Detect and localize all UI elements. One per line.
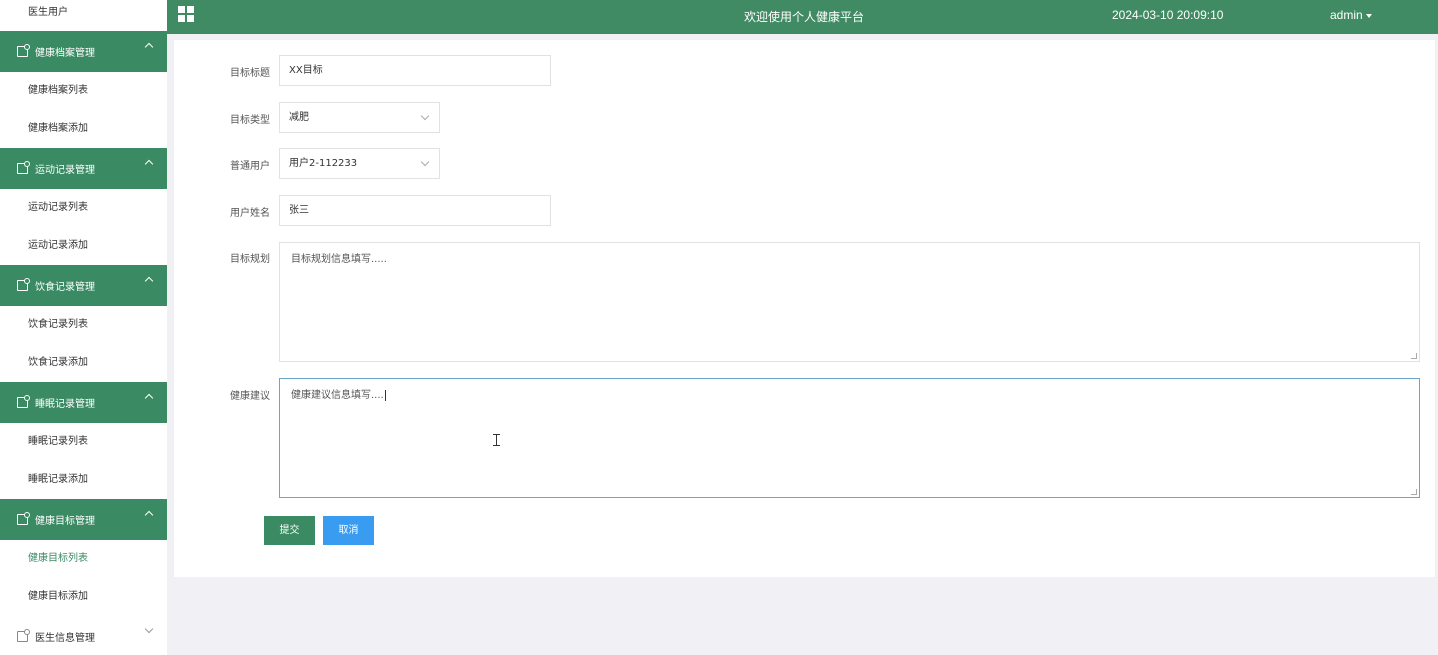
text-cursor: [384, 389, 386, 401]
goal-plan-textarea[interactable]: 目标规划信息填写.....: [279, 242, 1420, 362]
sidebar-item-diet-record-list[interactable]: 饮食记录列表: [0, 306, 167, 344]
user-menu[interactable]: admin: [1330, 8, 1372, 22]
sidebar-item-exercise-record-add[interactable]: 运动记录添加: [0, 227, 167, 265]
sidebar-item-diet-record-add[interactable]: 饮食记录添加: [0, 344, 167, 382]
sidebar-item-health-goal-add[interactable]: 健康目标添加: [0, 578, 167, 616]
sidebar: 医生用户 健康档案管理 健康档案列表 健康档案添加 运动记录管理 运动记录列表 …: [0, 0, 167, 655]
resize-handle-icon[interactable]: [1411, 489, 1417, 495]
top-header: 欢迎使用个人健康平台 2024-03-10 20:09:10 admin: [167, 0, 1438, 34]
goal-type-select[interactable]: 减肥: [279, 102, 440, 133]
health-advice-label: 健康建议: [230, 391, 270, 402]
normal-user-value: 用户2-112233: [289, 158, 358, 169]
chevron-up-icon: [144, 393, 154, 403]
goal-plan-text: 目标规划信息填写.....: [291, 254, 387, 265]
chevron-down-icon: [420, 157, 430, 167]
user-name-label: 用户姓名: [230, 208, 270, 219]
datetime-display: 2024-03-10 20:09:10: [1112, 8, 1224, 22]
chevron-down-icon: [420, 111, 430, 121]
folder-icon: [17, 512, 30, 525]
chevron-up-icon: [144, 42, 154, 52]
folder-icon: [17, 278, 30, 291]
normal-user-label: 普通用户: [230, 161, 270, 172]
goal-form-panel: 目标标题 XX目标 目标类型 减肥 普通用户 用户2-112233 用户姓名 张…: [174, 40, 1435, 577]
sidebar-group-exercise-records[interactable]: 运动记录管理: [0, 148, 167, 189]
app-root: 医生用户 健康档案管理 健康档案列表 健康档案添加 运动记录管理 运动记录列表 …: [0, 0, 1438, 655]
folder-icon: [17, 161, 30, 174]
user-name: admin: [1330, 8, 1363, 22]
folder-icon: [17, 44, 30, 57]
sidebar-group-health-goals[interactable]: 健康目标管理: [0, 499, 167, 540]
sidebar-group-label: 健康档案管理: [35, 48, 95, 59]
sidebar-group-doctor-info[interactable]: 医生信息管理: [0, 616, 167, 655]
page-title: 欢迎使用个人健康平台: [744, 10, 865, 24]
cancel-button[interactable]: 取消: [323, 516, 374, 545]
folder-icon: [17, 629, 30, 642]
sidebar-group-label: 睡眠记录管理: [35, 399, 95, 410]
sidebar-item-health-goal-list[interactable]: 健康目标列表: [0, 540, 167, 578]
menu-grid-icon[interactable]: [178, 6, 194, 22]
sidebar-group-label: 医生信息管理: [35, 633, 95, 644]
normal-user-select[interactable]: 用户2-112233: [279, 148, 440, 179]
sidebar-group-sleep-records[interactable]: 睡眠记录管理: [0, 382, 167, 423]
health-advice-textarea[interactable]: 健康建议信息填写....: [279, 378, 1420, 498]
sidebar-item-health-record-add[interactable]: 健康档案添加: [0, 110, 167, 148]
sidebar-group-health-records[interactable]: 健康档案管理: [0, 31, 167, 72]
sidebar-group-label: 运动记录管理: [35, 165, 95, 176]
goal-title-label: 目标标题: [230, 68, 270, 79]
user-name-input[interactable]: 张三: [279, 195, 551, 226]
sidebar-item-sleep-record-list[interactable]: 睡眠记录列表: [0, 423, 167, 461]
submit-button[interactable]: 提交: [264, 516, 315, 545]
sidebar-item-health-record-list[interactable]: 健康档案列表: [0, 72, 167, 110]
goal-type-label: 目标类型: [230, 115, 270, 126]
resize-handle-icon[interactable]: [1411, 353, 1417, 359]
caret-down-icon: [1365, 14, 1372, 18]
ibeam-cursor-icon: [493, 434, 500, 446]
sidebar-group-diet-records[interactable]: 饮食记录管理: [0, 265, 167, 306]
goal-plan-label: 目标规划: [230, 254, 270, 265]
chevron-up-icon: [144, 159, 154, 169]
sidebar-item-sleep-record-add[interactable]: 睡眠记录添加: [0, 461, 167, 499]
sidebar-group-label: 健康目标管理: [35, 516, 95, 527]
sidebar-group-label: 饮食记录管理: [35, 282, 95, 293]
goal-type-value: 减肥: [289, 112, 309, 123]
folder-icon: [17, 395, 30, 408]
chevron-up-icon: [144, 276, 154, 286]
sidebar-item-exercise-record-list[interactable]: 运动记录列表: [0, 189, 167, 227]
goal-title-input[interactable]: XX目标: [279, 55, 551, 86]
sidebar-item-doctor-users[interactable]: 医生用户: [0, 0, 167, 31]
chevron-up-icon: [144, 510, 154, 520]
chevron-down-icon: [144, 624, 154, 634]
health-advice-text: 健康建议信息填写....: [291, 390, 384, 401]
